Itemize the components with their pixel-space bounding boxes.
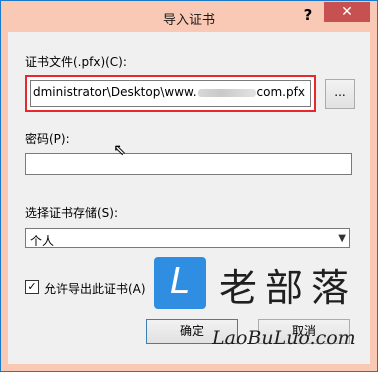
password-input[interactable]: [25, 153, 352, 175]
file-path-prefix: dministrator\Desktop\www.: [33, 85, 197, 99]
certificate-file-label: 证书文件(.pfx)(C):: [25, 55, 127, 69]
watermark-chinese-text: 老部落: [219, 266, 358, 310]
certificate-store-label: 选择证书存储(S):: [25, 206, 119, 220]
import-certificate-dialog: 导入证书 ? ✕ 证书文件(.pfx)(C): dministrator\Des…: [0, 0, 378, 372]
mouse-cursor-icon: ⇖: [113, 140, 127, 159]
help-button[interactable]: ?: [297, 5, 319, 25]
watermark-logo: L 老部落 LaoBuLuo.com: [154, 257, 370, 352]
file-path-highlight: dministrator\Desktop\www. com.pfx: [25, 75, 316, 112]
certificate-store-select[interactable]: 个人 ▼: [25, 228, 350, 248]
watermark-badge-icon: L: [154, 257, 206, 309]
file-path-suffix: com.pfx: [256, 85, 305, 99]
allow-export-checkbox[interactable]: ✓: [25, 280, 39, 294]
dialog-body: 证书文件(.pfx)(C): dministrator\Desktop\www.…: [8, 32, 370, 364]
certificate-file-input[interactable]: dministrator\Desktop\www. com.pfx: [30, 80, 311, 107]
allow-export-label: 允许导出此证书(A): [44, 282, 146, 296]
chevron-down-icon: ▼: [338, 233, 346, 244]
browse-button[interactable]: ...: [325, 79, 355, 109]
certificate-store-value: 个人: [30, 234, 55, 248]
close-button[interactable]: ✕: [324, 2, 370, 22]
dialog-title: 导入证书: [162, 13, 215, 28]
redacted-domain: [197, 88, 256, 97]
title-bar[interactable]: 导入证书 ? ✕: [1, 1, 377, 32]
watermark-english-text: LaoBuLuo.com: [212, 327, 356, 349]
password-label: 密码(P):: [25, 132, 70, 146]
